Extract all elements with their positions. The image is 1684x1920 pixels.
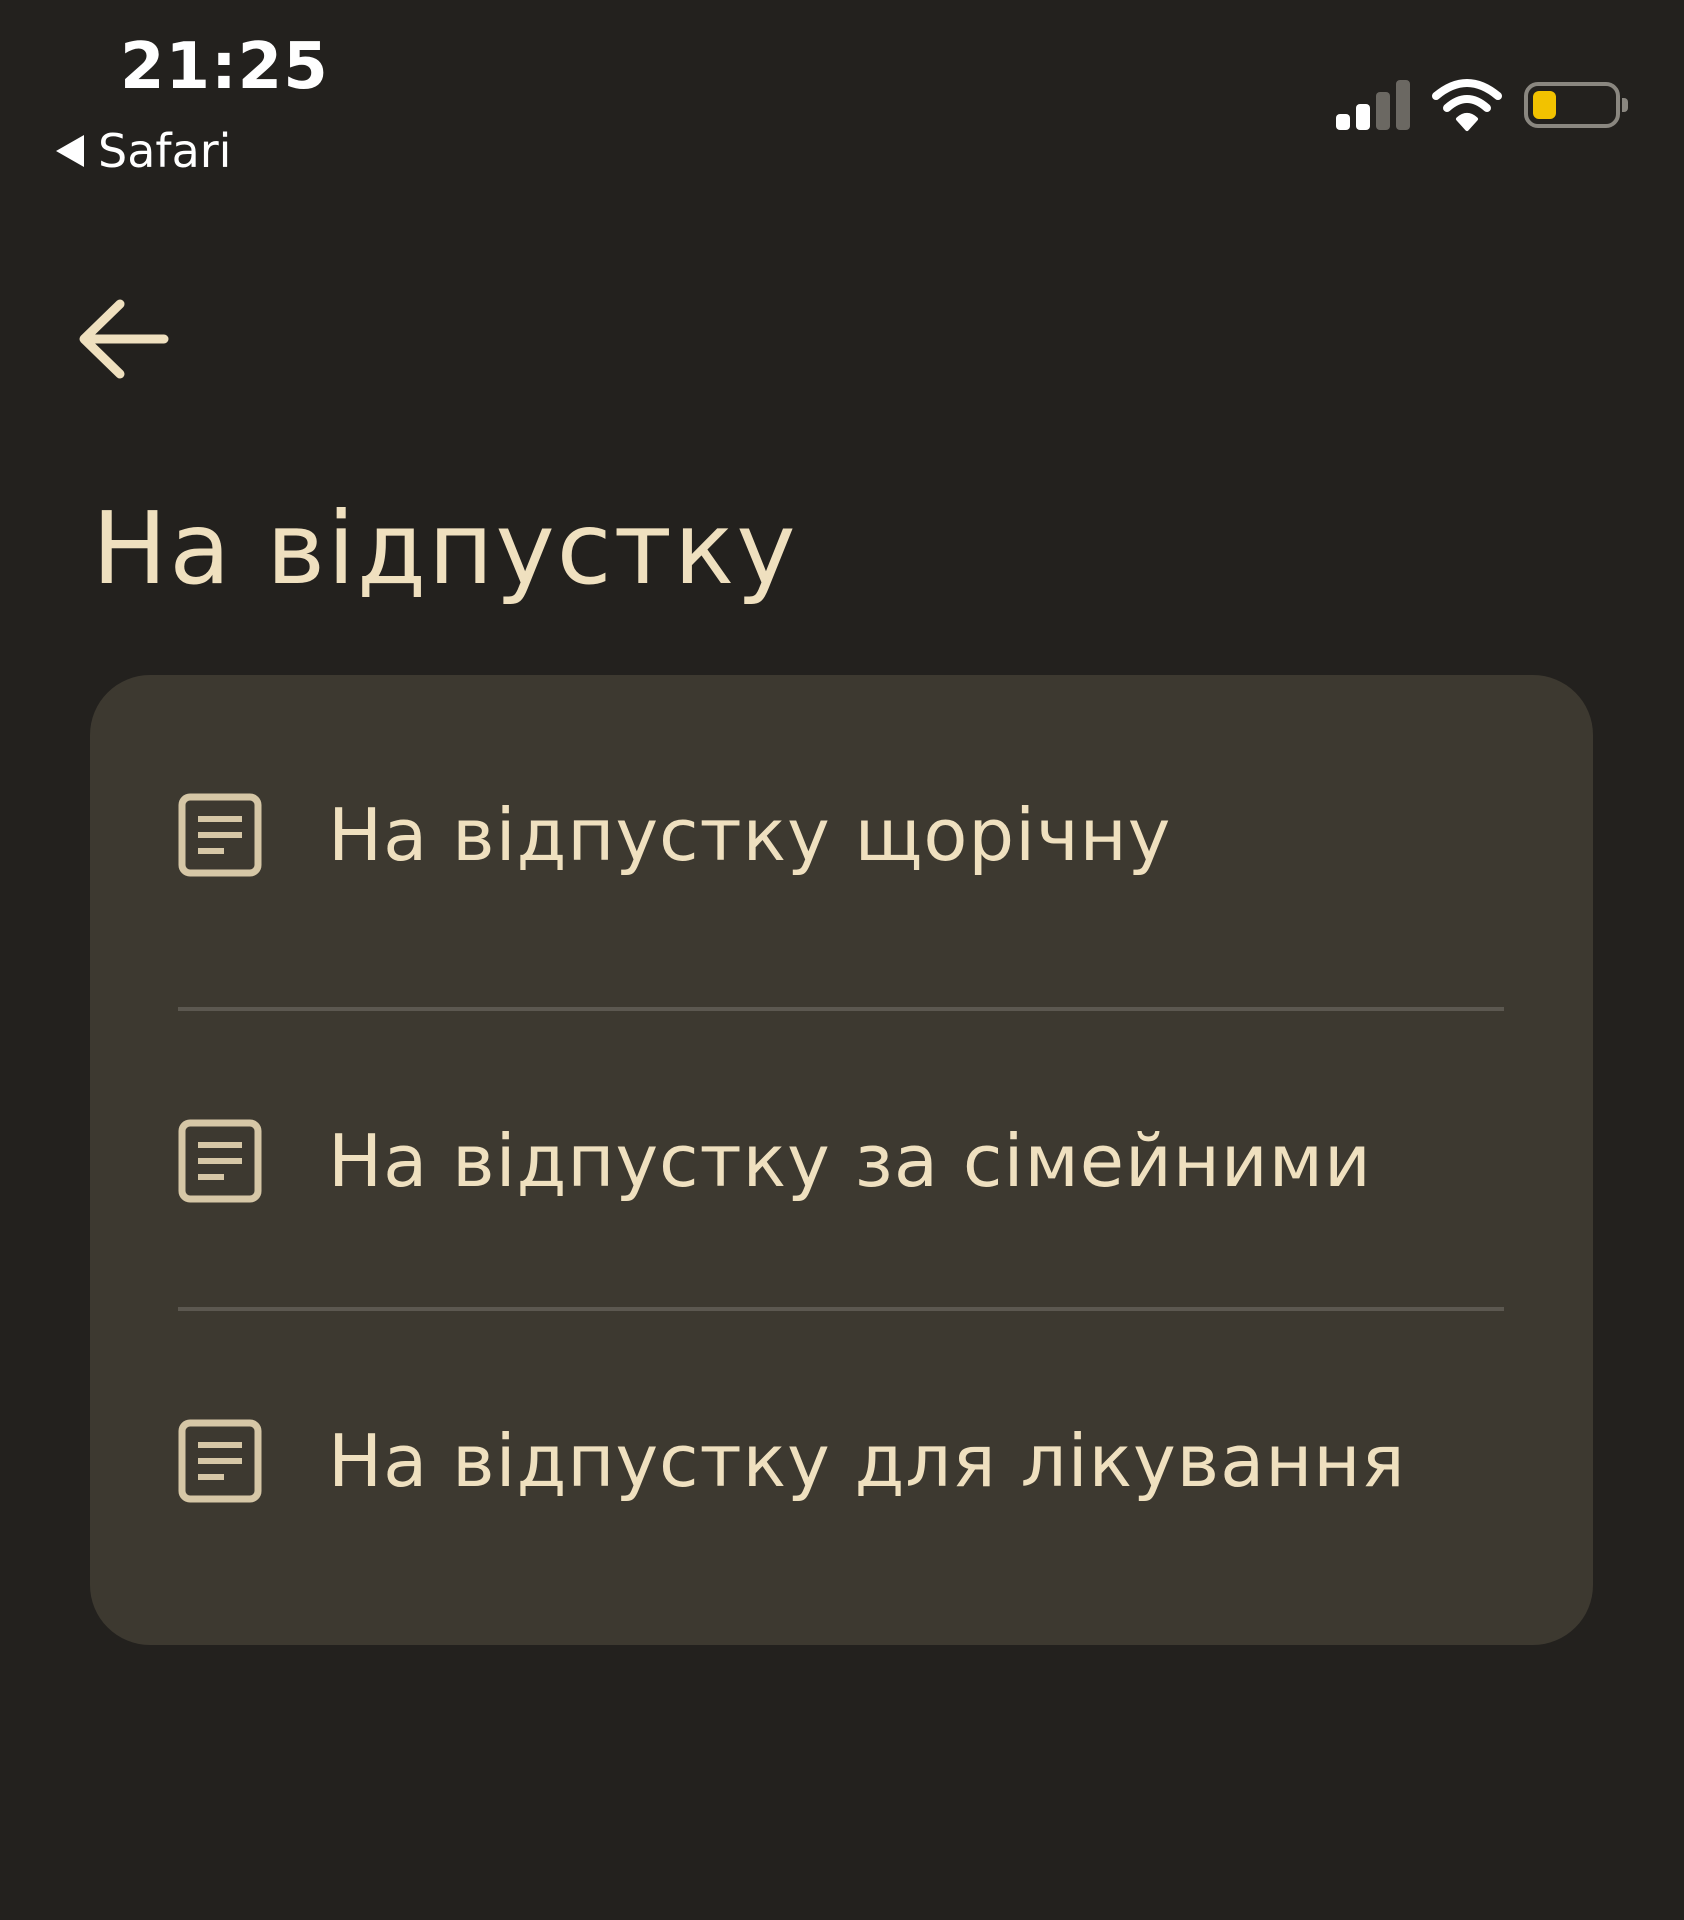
- menu-item-annual-leave[interactable]: На відпустку щорічну: [90, 685, 1593, 985]
- menu-item-family-leave[interactable]: На відпустку за сімейними: [90, 1011, 1593, 1311]
- arrow-left-icon[interactable]: [76, 296, 172, 382]
- battery-nub: [1622, 98, 1628, 112]
- menu-card: На відпустку щорічну На відпустку за сім…: [90, 675, 1593, 1645]
- document-icon: [178, 1419, 262, 1503]
- menu-item-label: На відпустку за сімейними: [328, 1119, 1372, 1203]
- document-icon: [178, 1119, 262, 1203]
- status-back-label: Safari: [98, 124, 232, 178]
- menu-item-label: На відпустку щорічну: [328, 793, 1172, 877]
- screen: 21:25 Safari На відпустку На відпустку щ…: [0, 0, 1684, 1920]
- status-indicators: [1336, 78, 1628, 132]
- signal-bar-2: [1356, 104, 1370, 130]
- signal-bar-1: [1336, 114, 1350, 130]
- status-back-to-app[interactable]: Safari: [56, 124, 231, 178]
- wifi-icon: [1432, 79, 1502, 131]
- signal-bar-3: [1376, 92, 1390, 130]
- status-time: 21:25: [120, 30, 329, 104]
- back-triangle-icon: [56, 135, 84, 167]
- menu-item-medical-leave[interactable]: На відпустку для лікування: [90, 1311, 1593, 1611]
- signal-bar-4: [1396, 80, 1410, 130]
- cellular-signal-icon: [1336, 80, 1410, 130]
- document-icon: [178, 793, 262, 877]
- battery-fill: [1533, 91, 1557, 119]
- menu-item-label: На відпустку для лікування: [328, 1419, 1406, 1503]
- page-title: На відпустку: [92, 490, 798, 607]
- battery-icon: [1524, 82, 1628, 128]
